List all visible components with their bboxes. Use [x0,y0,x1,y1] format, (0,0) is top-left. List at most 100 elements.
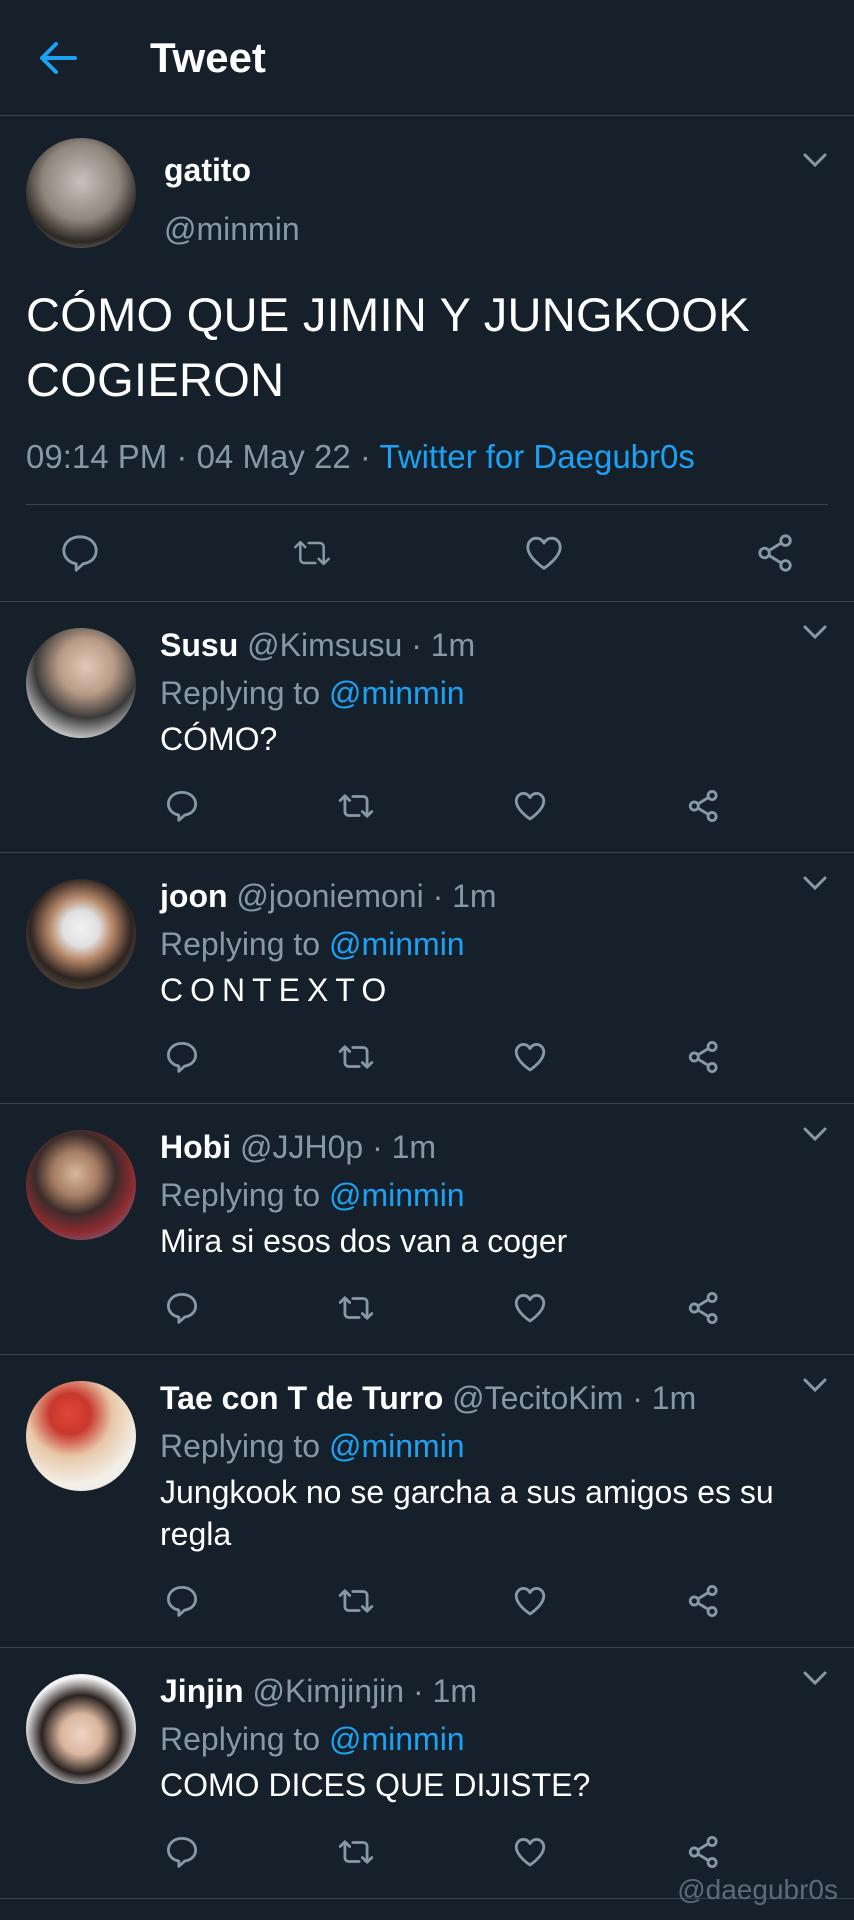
reply-time: 1m [391,1129,437,1165]
replying-label: Replying to [160,1177,321,1213]
like-button[interactable] [524,533,564,573]
comment-icon [166,1837,197,1868]
share-icon [688,1041,718,1073]
share-button[interactable] [684,1288,724,1328]
share-button[interactable] [684,1832,724,1872]
tweet-date: 04 May 22 [196,438,351,475]
reply-button[interactable] [162,786,202,826]
tweet-menu-button[interactable] [802,1126,828,1147]
heart-icon [514,1838,546,1867]
author-handle[interactable]: @minmin [164,211,300,248]
reply-button[interactable] [60,533,100,573]
author-name[interactable]: Hobi [160,1129,231,1165]
avatar[interactable] [26,1674,136,1784]
mention-link[interactable]: @minmin [329,1428,465,1464]
retweet-button[interactable] [336,1288,376,1328]
reply-button[interactable] [162,1037,202,1077]
reply-tweet[interactable]: Susu @Kimsusu · 1m Replying to @minmin C… [0,602,854,853]
avatar[interactable] [26,1130,136,1240]
reply-tweet[interactable]: joon @jooniemoni · 1m Replying to @minmi… [0,853,854,1104]
reply-tweet[interactable]: Jinjin @Kimjinjin · 1m Replying to @minm… [0,1648,854,1899]
comment-icon [166,791,197,822]
page-title: Tweet [150,33,266,81]
author-name[interactable]: Susu [160,627,238,663]
share-button[interactable] [684,1037,724,1077]
tweet-menu-button[interactable] [802,1670,828,1691]
retweet-icon [338,1045,374,1069]
reply-text: COMO DICES QUE DIJISTE? [160,1767,591,1803]
avatar[interactable] [26,879,136,989]
like-button[interactable] [510,1288,550,1328]
tweet-menu-button[interactable] [802,624,828,645]
reply-time: 1m [651,1380,697,1416]
share-button[interactable] [756,533,796,573]
heart-icon [526,536,562,570]
author-name[interactable]: joon [160,878,228,914]
tweet-menu-button[interactable] [802,152,828,173]
replying-label: Replying to [160,926,321,962]
retweet-button[interactable] [336,1037,376,1077]
tweet-time: 09:14 PM [26,438,168,475]
author-handle[interactable]: @TecitoKim [452,1380,623,1416]
author-handle[interactable]: @Kimjinjin [252,1673,404,1709]
retweet-button[interactable] [336,786,376,826]
share-button[interactable] [684,1581,724,1621]
top-bar: Tweet [0,0,854,116]
author-name[interactable]: Jinjin [160,1673,244,1709]
author-handle[interactable]: @Kimsusu [247,627,402,663]
share-button[interactable] [684,786,724,826]
avatar[interactable] [26,1381,136,1491]
like-button[interactable] [510,1581,550,1621]
reply-tweet[interactable]: Hobi @JJH0p · 1m Replying to @minmin Mir… [0,1104,854,1355]
avatar[interactable] [26,138,136,248]
retweet-button[interactable] [336,1832,376,1872]
like-button[interactable] [510,1832,550,1872]
author-handle[interactable]: @jooniemoni [236,878,423,914]
reply-text: CÓMO? [160,721,278,757]
reply-button[interactable] [162,1832,202,1872]
author-name[interactable]: gatito [164,152,300,189]
author-name[interactable]: Tae con T de Turro [160,1380,443,1416]
mention-link[interactable]: @minmin [329,675,465,711]
reply-list: Susu @Kimsusu · 1m Replying to @minmin C… [0,602,854,1899]
mention-link[interactable]: @minmin [329,926,465,962]
like-button[interactable] [510,786,550,826]
chevron-down-icon [803,1127,827,1142]
share-icon [688,1585,718,1617]
retweet-button[interactable] [336,1581,376,1621]
retweet-icon [338,1296,374,1320]
tweet-menu-button[interactable] [802,875,828,896]
reply-button[interactable] [162,1581,202,1621]
retweet-icon [338,1589,374,1613]
reply-actions [162,760,724,852]
chevron-down-icon [803,876,827,891]
avatar[interactable] [26,628,136,738]
reply-tweet[interactable]: Tae con T de Turro @TecitoKim · 1m Reply… [0,1355,854,1648]
tweet-source-link[interactable]: Twitter for Daegubr0s [379,438,694,475]
reply-text: Mira si esos dos van a coger [160,1223,568,1259]
retweet-icon [338,794,374,818]
chevron-down-icon [803,1671,827,1686]
share-icon [688,1292,718,1324]
tweet-menu-button[interactable] [802,1377,828,1398]
retweet-icon [294,540,330,566]
back-button[interactable] [28,28,88,88]
author-handle[interactable]: @JJH0p [240,1129,363,1165]
heart-icon [514,1043,546,1072]
reply-button[interactable] [162,1288,202,1328]
reply-text: Jungkook no se garcha a sus amigos es su… [160,1474,774,1552]
comment-icon [166,1293,197,1324]
tweet-meta: 09:14 PM · 04 May 22 · Twitter for Daegu… [26,438,828,505]
comment-icon [166,1042,197,1073]
like-button[interactable] [510,1037,550,1077]
share-icon [688,790,718,822]
reply-actions [162,1262,724,1354]
replying-label: Replying to [160,1721,321,1757]
mention-link[interactable]: @minmin [329,1721,465,1757]
mention-link[interactable]: @minmin [329,1177,465,1213]
retweet-button[interactable] [292,533,332,573]
replying-label: Replying to [160,1428,321,1464]
chevron-down-icon [803,625,827,640]
heart-icon [514,792,546,821]
comment-icon [62,535,98,572]
